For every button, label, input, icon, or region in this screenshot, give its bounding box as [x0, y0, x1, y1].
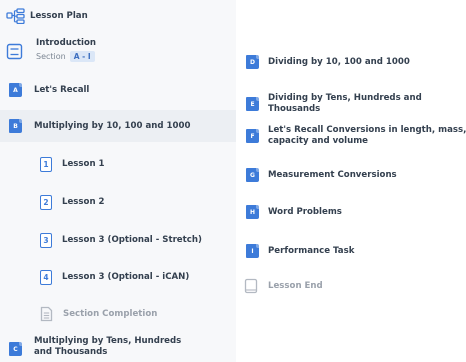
lesson-page-icon: 3: [40, 233, 52, 248]
section-item-c[interactable]: C Multiplying by Tens, Hundreds and Thou…: [9, 336, 194, 358]
lesson-label-4: Lesson 3 (Optional - iCAN): [62, 272, 190, 282]
section-book-icon: I: [246, 244, 259, 258]
section-item-f[interactable]: F Let's Recall Conversions in length, ma…: [246, 125, 466, 147]
lesson-plan-link[interactable]: Lesson Plan: [6, 8, 88, 25]
section-item-e[interactable]: E Dividing by Tens, Hundreds and Thousan…: [246, 93, 466, 115]
section-range-badge: A - I: [69, 51, 95, 62]
section-book-icon: E: [246, 97, 259, 111]
lesson-item-1[interactable]: 1 Lesson 1: [40, 157, 105, 172]
section-label-g: Measurement Conversions: [268, 169, 397, 180]
section-label-h: Word Problems: [268, 206, 342, 217]
section-book-icon: D: [246, 55, 259, 69]
section-label-b: Multiplying by 10, 100 and 1000: [34, 120, 191, 131]
lesson-item-4[interactable]: 4 Lesson 3 (Optional - iCAN): [40, 270, 189, 285]
lesson-page-icon: 1: [40, 157, 52, 172]
section-label: Section: [36, 52, 66, 61]
introduction-title: Introduction: [36, 38, 97, 48]
section-book-icon: B: [9, 119, 22, 133]
section-label-i: Performance Task: [268, 245, 355, 256]
introduction-item[interactable]: Introduction Section A - I: [6, 38, 96, 62]
lesson-item-2[interactable]: 2 Lesson 2: [40, 195, 105, 210]
lesson-item-3[interactable]: 3 Lesson 3 (Optional - Stretch): [40, 233, 202, 248]
lesson-page-icon: 4: [40, 270, 52, 285]
right-column: D Dividing by 10, 100 and 1000 E Dividin…: [236, 0, 466, 362]
section-item-b[interactable]: B Multiplying by 10, 100 and 1000: [9, 119, 190, 133]
section-completion-item[interactable]: Section Completion: [40, 306, 157, 322]
lesson-end-label: Lesson End: [268, 280, 323, 291]
lesson-plan-label: Lesson Plan: [30, 10, 88, 21]
lesson-label-2: Lesson 2: [62, 197, 105, 207]
section-label-f: Let's Recall Conversions in length, mass…: [268, 125, 466, 146]
lesson-page-icon: 2: [40, 195, 52, 210]
left-column: Lesson Plan Introduction Section A - I A…: [0, 0, 236, 362]
section-label-c: Multiplying by Tens, Hundreds and Thousa…: [34, 336, 182, 357]
section-item-h[interactable]: H Word Problems: [246, 205, 342, 219]
lesson-end-icon: [244, 278, 258, 294]
section-book-icon: G: [246, 168, 259, 182]
section-book-icon: A: [9, 83, 22, 97]
lesson-end-item[interactable]: Lesson End: [244, 278, 323, 294]
section-label-e: Dividing by Tens, Hundreds and Thousands: [268, 93, 422, 114]
section-book-icon: C: [9, 342, 22, 356]
section-item-d[interactable]: D Dividing by 10, 100 and 1000: [246, 55, 410, 69]
section-item-a[interactable]: A Let's Recall: [9, 83, 89, 97]
lesson-label-1: Lesson 1: [62, 159, 105, 169]
hierarchy-icon: [6, 8, 26, 25]
section-completion-label: Section Completion: [63, 308, 158, 319]
section-book-icon: F: [246, 129, 259, 143]
document-icon: [6, 43, 23, 60]
section-book-icon: H: [246, 205, 259, 219]
lesson-label-3: Lesson 3 (Optional - Stretch): [62, 235, 202, 245]
section-item-g[interactable]: G Measurement Conversions: [246, 168, 397, 182]
section-item-i[interactable]: I Performance Task: [246, 244, 354, 258]
completion-page-icon: [40, 306, 53, 322]
section-label-d: Dividing by 10, 100 and 1000: [268, 56, 410, 67]
section-label-a: Let's Recall: [34, 84, 90, 95]
